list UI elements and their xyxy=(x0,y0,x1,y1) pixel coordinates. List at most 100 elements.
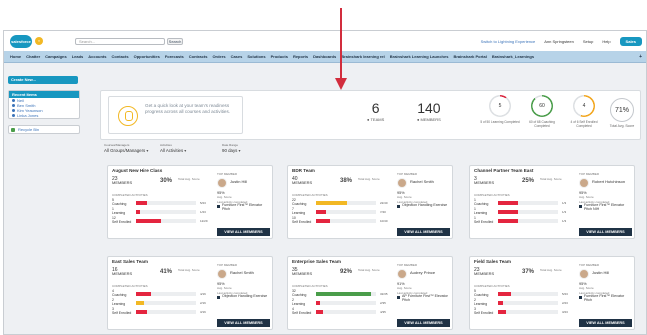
tab-home[interactable]: Home xyxy=(10,54,21,59)
view-all-members-button[interactable]: VIEW ALL MEMBERS xyxy=(397,228,450,236)
team-avg-label: Total Avg. Score xyxy=(178,177,200,181)
last-activity-item[interactable]: Furniture First™ Elevator Pitch xyxy=(217,203,270,212)
switch-lightning-link[interactable]: Switch to Lightning Experience xyxy=(481,39,536,44)
progress-circle: 4 4 of 6 Self Enrolled Completed xyxy=(563,95,605,128)
filter-dropdown[interactable]: Activities All Activities xyxy=(160,143,186,153)
help-link[interactable]: Help xyxy=(602,39,610,44)
last-activity-item[interactable]: Objection Handling Exercise xyxy=(397,203,450,208)
progress-caption: 4 of 6 Self Enrolled Completed xyxy=(570,120,598,128)
activity-bar-row: 4 Self Enrolled 4/35 xyxy=(292,307,392,316)
app-window: salesforce ✦ Search... Search Switch to … xyxy=(3,30,647,335)
filter-dropdown[interactable]: Courses/Managers All Groups/Managers xyxy=(104,143,148,153)
top-member[interactable]: Justin Hill xyxy=(579,268,632,280)
avg-score-caption: Total Avg. Score xyxy=(609,124,635,128)
search-input[interactable]: Search... xyxy=(75,37,165,45)
tab-accounts[interactable]: Accounts xyxy=(88,54,106,59)
filter-dropdown[interactable]: Date Range 90 days xyxy=(222,143,241,153)
recycle-bin-icon xyxy=(11,128,15,132)
setup-link[interactable]: Setup xyxy=(583,39,593,44)
avg-score-widget: 71% Total Avg. Score xyxy=(607,98,637,128)
top-member[interactable]: Robert Hutchinson xyxy=(579,177,632,189)
teams-stat: 6 ● TEAMS xyxy=(367,100,384,122)
tab-cases[interactable]: Cases xyxy=(231,54,243,59)
tab-opportunities[interactable]: Opportunities xyxy=(134,54,160,59)
filter-value[interactable]: 90 days xyxy=(222,148,241,153)
avatar xyxy=(217,178,227,188)
app-switcher-button[interactable]: Sales xyxy=(619,36,642,46)
view-all-members-button[interactable]: VIEW ALL MEMBERS xyxy=(579,319,632,327)
more-tabs-icon[interactable]: + xyxy=(639,54,642,60)
tab-brainshark-learning-rel[interactable]: Brainshark learning rel xyxy=(341,54,385,59)
tab-leads[interactable]: Leads xyxy=(72,54,84,59)
tab-products[interactable]: Products xyxy=(271,54,288,59)
activity-label: 5 Coaching xyxy=(474,289,489,297)
top-member[interactable]: Justin Hill xyxy=(217,177,270,189)
view-all-members-button[interactable]: VIEW ALL MEMBERS xyxy=(397,319,450,327)
team-title[interactable]: Enterprise Sales Team xyxy=(292,259,341,264)
activity-bar-value: 12/29 xyxy=(200,219,208,223)
last-activity-item[interactable]: AP Furniture First™ Elevator Pitch xyxy=(397,294,450,303)
activity-bar-fill xyxy=(498,292,511,296)
tab-chatter[interactable]: Chatter xyxy=(26,54,40,59)
tab-contacts[interactable]: Contacts xyxy=(112,54,129,59)
activity-bar-value: 4/16 xyxy=(200,292,206,296)
salesforce-logo[interactable]: salesforce xyxy=(10,34,32,48)
activity-label: 22 Coaching xyxy=(292,198,307,206)
top-member[interactable]: Rachel Smith xyxy=(397,177,450,189)
tab-solutions[interactable]: Solutions xyxy=(247,54,265,59)
team-title[interactable]: August New Hire Class xyxy=(112,168,162,173)
filter-value[interactable]: All Groups/Managers xyxy=(104,148,148,153)
progress-ring: 60 xyxy=(531,95,553,117)
top-member-name: Robert Hutchinson xyxy=(592,179,626,184)
filter-label: Date Range xyxy=(222,143,239,147)
activity-bar-row: 5 Coaching 5/23 xyxy=(474,289,574,298)
tab-forecasts[interactable]: Forecasts xyxy=(165,54,184,59)
tab-brainshark-learning-launches[interactable]: Brainshark Learning Launches xyxy=(390,54,449,59)
progress-caption: 60 of 68 Coaching Completed xyxy=(529,120,555,128)
team-title[interactable]: Channel Partner Team East xyxy=(474,168,533,173)
tab-campaigns[interactable]: Campaigns xyxy=(45,54,67,59)
tab-orders[interactable]: Orders xyxy=(212,54,225,59)
view-all-members-button[interactable]: VIEW ALL MEMBERS xyxy=(217,228,270,236)
team-card: Channel Partner Team East 3 MEMBERS 25% T… xyxy=(469,165,635,239)
tab-brainshark-learnings[interactable]: Brainshark_Learnings xyxy=(492,54,534,59)
arrow-head-icon xyxy=(335,78,347,90)
teams-label: ● TEAMS xyxy=(367,117,385,122)
tab-contracts[interactable]: Contracts xyxy=(189,54,208,59)
activity-bar-track xyxy=(136,310,196,314)
top-member[interactable]: Audrey Prince xyxy=(397,268,450,280)
view-all-members-button[interactable]: VIEW ALL MEMBERS xyxy=(579,228,632,236)
create-new-button[interactable]: Create New... xyxy=(8,76,78,84)
search-button[interactable]: Search xyxy=(167,37,183,45)
user-menu[interactable]: Ann Springsteen xyxy=(544,39,574,44)
team-title[interactable]: East Sales Team xyxy=(112,259,148,264)
top-member[interactable]: Rachel Smith xyxy=(217,268,270,280)
tab-dashboards[interactable]: Dashboards xyxy=(313,54,336,59)
last-activity-item[interactable]: Objection Handling Exercise xyxy=(217,294,270,299)
tab-brainshark-portal[interactable]: Brainshark Portal xyxy=(453,54,486,59)
top-member-panel: TOP MEMBER Justin Hill 95% Avg. Score La… xyxy=(579,263,632,303)
last-activity-item[interactable]: Furniture First™ Elevator Pitch xyxy=(579,294,632,303)
activity-bar-value: 2/23 xyxy=(562,301,568,305)
filter-value[interactable]: All Activities xyxy=(160,148,186,153)
recycle-bin-link[interactable]: Recycle Bin xyxy=(8,125,80,134)
recent-item[interactable]: Linka Jones xyxy=(9,113,79,118)
progress-caption: 5 of 50 Learning Completed xyxy=(480,120,520,124)
top-member-panel: TOP MEMBER Justin Hill 95% Avg. Score La… xyxy=(217,172,270,212)
last-activity-item[interactable]: Furniture First™ Elevator Pitch NIH xyxy=(579,203,632,212)
view-all-members-button[interactable]: VIEW ALL MEMBERS xyxy=(217,319,270,327)
activity-bar-fill xyxy=(136,219,161,223)
activity-bar-track xyxy=(136,201,196,205)
team-title[interactable]: Field Sales Team xyxy=(474,259,511,264)
activity-bar-track xyxy=(316,201,376,205)
top-member-label: TOP MEMBER xyxy=(579,263,600,267)
activity-bar-value: 2/16 xyxy=(200,301,206,305)
sidebar: Create New... Recent Items Neil Ben Smit… xyxy=(8,76,82,134)
activity-label: 2 Learning xyxy=(292,298,306,306)
avatar xyxy=(579,178,589,188)
activity-label: 2 Learning xyxy=(112,298,126,306)
top-member-panel: TOP MEMBER Robert Hutchinson 95% Avg. Sc… xyxy=(579,172,632,212)
team-title[interactable]: BDR Team xyxy=(292,168,315,173)
top-member-panel: TOP MEMBER Rachel Smith 95% Avg. Score L… xyxy=(217,263,270,299)
tab-reports[interactable]: Reports xyxy=(293,54,308,59)
